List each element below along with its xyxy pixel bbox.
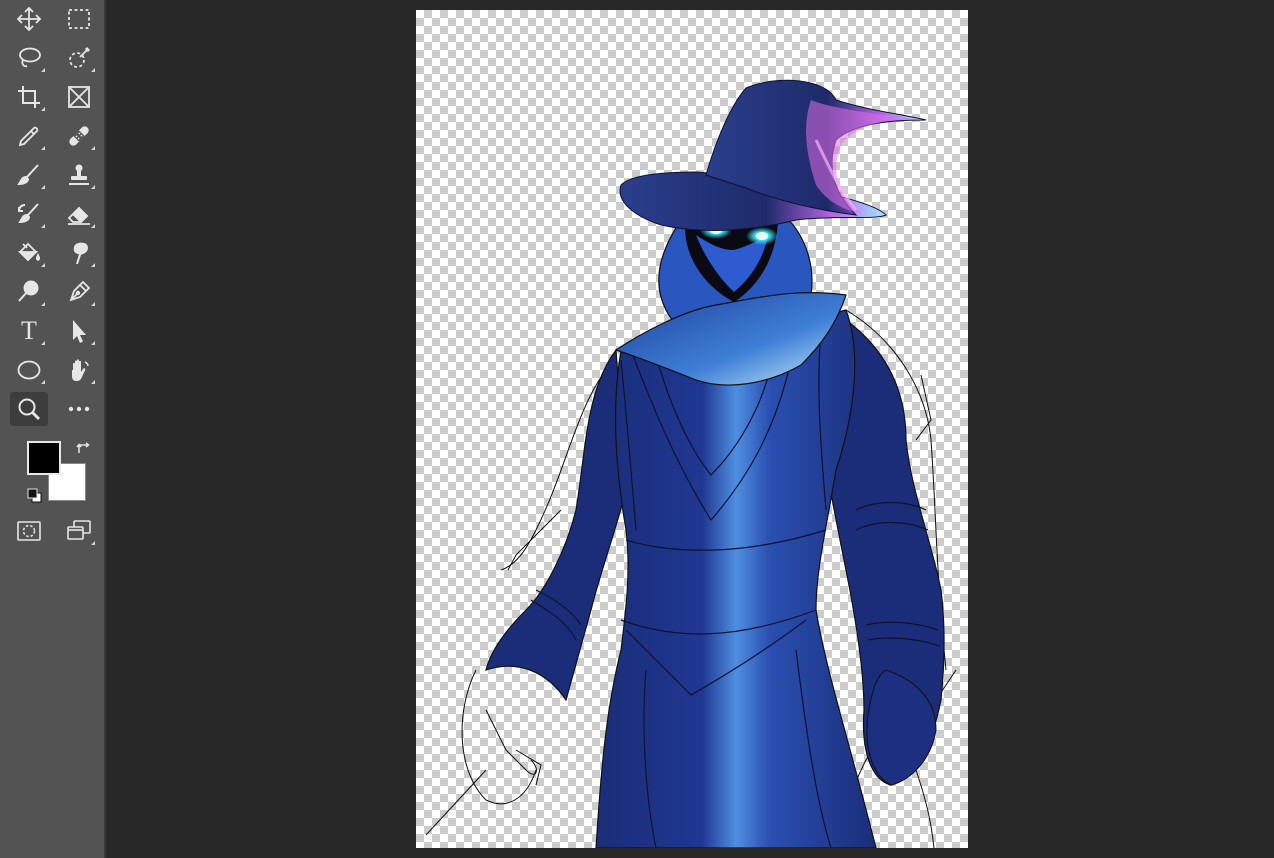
tool-group-indicator (91, 341, 95, 345)
pen-icon (69, 280, 91, 302)
frame-tool[interactable] (62, 81, 96, 113)
type-tool[interactable]: T (12, 315, 46, 347)
tool-group-indicator (91, 224, 95, 228)
tool-group-indicator (41, 185, 45, 189)
tool-group-indicator (41, 146, 45, 150)
tool-group-indicator (41, 341, 45, 345)
eyedropper-tool[interactable] (12, 120, 46, 152)
history-brush-icon (18, 203, 39, 224)
paint-bucket-tool[interactable] (12, 237, 46, 269)
frame-icon (68, 86, 90, 108)
wizard-illustration (425, 79, 957, 848)
type-icon: T (21, 316, 37, 345)
history-brush-tool[interactable] (12, 198, 46, 230)
clone-stamp-tool[interactable] (62, 159, 96, 191)
color-swatches (24, 438, 94, 508)
zoom-tool[interactable] (10, 392, 48, 426)
left-arm (485, 348, 627, 702)
swap-colors-icon[interactable] (76, 440, 92, 456)
eraser-icon (67, 206, 90, 225)
tool-group-indicator (91, 146, 95, 150)
tool-group-indicator (41, 263, 45, 267)
robe (595, 309, 877, 848)
zoom-icon (18, 398, 41, 421)
tool-group-indicator (41, 302, 45, 306)
tool-group-indicator (91, 68, 95, 72)
ellipse-icon (17, 360, 41, 380)
crop-icon (18, 86, 40, 108)
stamp-icon (69, 164, 89, 185)
move-icon (16, 6, 42, 32)
quick-mask-icon (17, 521, 41, 541)
arrow-icon (73, 320, 86, 343)
screen-mode[interactable] (62, 515, 96, 547)
rectangular-marquee-tool[interactable] (62, 3, 96, 35)
dodge-icon (18, 280, 39, 302)
more-icon (68, 406, 90, 412)
quick-selection-icon (69, 46, 91, 68)
tool-group-indicator (41, 68, 45, 72)
tool-group-indicator (91, 541, 95, 545)
crop-tool[interactable] (12, 81, 46, 113)
tool-group-indicator (41, 224, 45, 228)
screen-mode-icon (67, 520, 91, 540)
brush-tool[interactable] (12, 159, 46, 191)
healing-brush-tool[interactable] (62, 120, 96, 152)
eraser-tool[interactable] (62, 198, 96, 230)
dodge-tool[interactable] (12, 276, 46, 308)
ellipse-tool[interactable] (12, 354, 46, 386)
paint-bucket-icon (17, 242, 41, 262)
tool-group-indicator (41, 380, 45, 384)
hand-icon (72, 359, 89, 381)
marquee-icon (68, 9, 90, 29)
quick-selection-tool[interactable] (62, 42, 96, 74)
toolbar: T (0, 0, 106, 858)
eyedropper-icon (18, 126, 39, 147)
lasso-icon (19, 47, 41, 68)
hand-tool[interactable] (62, 354, 96, 386)
foreground-color-swatch[interactable] (27, 441, 61, 475)
tool-group-indicator (91, 380, 95, 384)
quick-mask-mode[interactable] (12, 515, 46, 547)
path-selection-tool[interactable] (62, 315, 96, 347)
move-tool[interactable] (12, 3, 46, 35)
smudge-icon (73, 242, 88, 264)
tool-group-indicator (41, 107, 45, 111)
brush-icon (17, 164, 39, 186)
smudge-tool[interactable] (62, 237, 96, 269)
pen-tool[interactable] (62, 276, 96, 308)
default-colors-icon[interactable] (27, 488, 43, 504)
edit-toolbar[interactable] (62, 393, 96, 425)
tool-group-indicator (91, 185, 95, 189)
tool-group-indicator (91, 263, 95, 267)
tool-group-indicator (91, 302, 95, 306)
document-canvas[interactable] (416, 10, 968, 848)
lasso-tool[interactable] (12, 42, 46, 74)
bandage-icon (69, 126, 89, 146)
